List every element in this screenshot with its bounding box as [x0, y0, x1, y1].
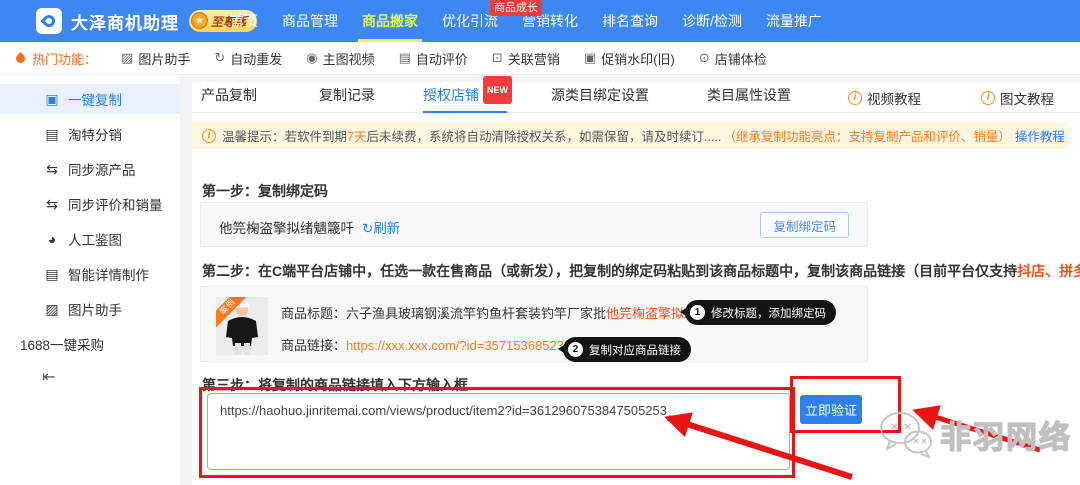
new-badge: NEW	[483, 76, 512, 104]
product-image: 案例	[216, 297, 268, 355]
sidebar-item-1688-purchase[interactable]: 1688一键采购	[0, 329, 180, 359]
nav-product-manage[interactable]: 商品管理	[282, 0, 338, 42]
notice-text: 温馨提示：若软件到期7天后未续费，系统将自动清除授权关系，如需保留，请及时续订.…	[222, 126, 1065, 145]
product-link-input[interactable]: https://haohuo.jinritemai.com/views/prod…	[207, 393, 790, 470]
copy-doc-icon: ▣	[44, 91, 60, 108]
side-gutter	[180, 75, 192, 485]
sidebar-item-image-helper[interactable]: ▨ 图片助手	[0, 294, 180, 324]
image-icon: ▨	[121, 50, 133, 66]
sidebar-item-smart-detail[interactable]: ▤ 智能详情制作	[0, 259, 180, 289]
sidebar: ▣ 一键复制 ▤ 淘特分销 ⇆ 同步源产品 ⇆ 同步评价和销量 ◕ 人工鉴图 ▤…	[0, 75, 180, 485]
image-icon: ▨	[44, 301, 60, 318]
step1-title: 第一步：复制绑定码	[202, 181, 328, 201]
nav-traffic-promo[interactable]: 流量推广	[766, 0, 822, 42]
sidebar-item-sync-review-sales[interactable]: ⇆ 同步评价和销量	[0, 189, 180, 219]
sidebar-item-manual-image-check[interactable]: ◕ 人工鉴图	[0, 224, 180, 254]
product-link[interactable]: https://xxx.xxx.com/?id=357153685230	[346, 338, 571, 353]
bind-code-line: 他笎椈盗擎拟绪魑簚吀 ↻刷新	[219, 217, 400, 237]
bind-code-value: 他笎椈盗擎拟绪魑簚吀	[219, 221, 354, 236]
hint-badge-1: 1 修改标题，添加绑定码	[685, 300, 836, 325]
hint-badge-2: 2 复制对应商品链接	[563, 337, 691, 362]
list-square-icon: ▤	[399, 50, 411, 66]
drop-logo-icon	[41, 13, 58, 30]
tab-authorized-shop[interactable]: 授权店铺 NEW	[423, 82, 479, 113]
quick-auto-repost[interactable]: ↻ 自动重发	[214, 49, 282, 68]
sidebar-item-one-key-copy[interactable]: ▣ 一键复制	[0, 84, 180, 114]
quick-main-video[interactable]: ◉ 主图视频	[306, 49, 374, 68]
top-nav: 首页 商品管理 商品搬家 优化引流 商品成长 营销转化 排名查询 诊断/检测 流…	[230, 0, 822, 42]
video-tutorial-link[interactable]: i 视频教程	[848, 82, 921, 113]
verify-now-button[interactable]: 立即验证	[800, 395, 862, 424]
tutorial-link[interactable]: 操作教程	[1015, 130, 1065, 144]
watermark-icon: ▣	[584, 50, 596, 66]
nav-diagnose[interactable]: 诊断/检测	[682, 0, 742, 42]
growth-badge: 商品成长	[490, 0, 542, 16]
quick-shop-check[interactable]: ⊙ 店铺体检	[699, 49, 767, 68]
info-circle-icon: i	[202, 129, 216, 143]
quick-promo-watermark[interactable]: ▣ 促销水印(旧)	[584, 49, 675, 68]
square-dot-icon: ⊡	[492, 50, 503, 66]
tab-category-attrs[interactable]: 类目属性设置	[707, 82, 791, 113]
info-circle-icon: i	[848, 91, 862, 105]
refresh-icon: ↻	[214, 50, 225, 66]
app-title: 大泽商机助理	[71, 9, 179, 34]
quickbar-title: 热门功能：	[32, 49, 97, 68]
step2-title: 第二步：在C端平台店铺中，任选一款在售商品（或新发），把复制的绑定码粘贴到该商品…	[202, 261, 1080, 281]
circle-dot-icon: ⊙	[699, 50, 710, 66]
product-link-line: 商品链接：https://xxx.xxx.com/?id=35715368523…	[281, 335, 571, 354]
app-logo	[36, 8, 62, 34]
refresh-icon: ↻	[362, 221, 373, 236]
step1-box: 他笎椈盗擎拟绪魑簚吀 ↻刷新 复制绑定码	[200, 202, 868, 247]
step3-title: 第三步：将复制的商品链接填入下方输入框	[202, 375, 468, 395]
quick-auto-review[interactable]: ▤ 自动评价	[399, 49, 468, 68]
number-1-icon: 1	[690, 305, 705, 320]
sidebar-item-sync-source[interactable]: ⇆ 同步源产品	[0, 154, 180, 184]
tab-product-copy[interactable]: 产品复制	[201, 82, 257, 113]
step2-box: 案例 商品标题：六子渔具玻璃钢溪流竿钓鱼杆套装钓竿厂家批他笎椈盗擎拟绪魑簚吀 商…	[200, 286, 868, 362]
nav-product-move[interactable]: 商品搬家	[362, 0, 418, 42]
doc-icon: ▤	[44, 126, 60, 143]
top-gutter	[180, 75, 1080, 82]
quick-related-marketing[interactable]: ⊡ 关联营销	[492, 49, 560, 68]
nav-home[interactable]: 首页	[230, 0, 258, 42]
flame-icon	[14, 52, 27, 65]
copy-bind-code-button[interactable]: 复制绑定码	[760, 212, 849, 238]
play-circle-icon: ◉	[306, 50, 317, 66]
sync-icon: ⇆	[44, 161, 60, 178]
tab-row: 产品复制 复制记录 授权店铺 NEW 源类目绑定设置 类目属性设置 i 视频教程…	[192, 82, 1080, 113]
medal-icon: ★	[191, 12, 208, 29]
detail-doc-icon: ▤	[44, 266, 60, 283]
sync-icon: ⇆	[44, 196, 60, 213]
info-circle-icon: i	[981, 91, 995, 105]
refresh-link[interactable]: ↻刷新	[362, 221, 400, 236]
tab-source-category[interactable]: 源类目绑定设置	[551, 82, 649, 113]
active-tab-underline	[423, 111, 507, 113]
product-title-line: 商品标题：六子渔具玻璃钢溪流竿钓鱼杆套装钓竿厂家批他笎椈盗擎拟绪魑簚吀	[281, 303, 736, 322]
image-text-tutorial-link[interactable]: i 图文教程	[981, 82, 1054, 113]
quick-image-helper[interactable]: ▨ 图片助手	[121, 49, 190, 68]
sidebar-item-taote-distribution[interactable]: ▤ 淘特分销	[0, 119, 180, 149]
sidebar-collapse-icon[interactable]: ⇤	[42, 367, 66, 387]
nav-rank-query[interactable]: 排名查询	[602, 0, 658, 42]
top-navbar: 大泽商机助理 ★ 至尊版 首页 商品管理 商品搬家 优化引流 商品成长 营销转化…	[0, 0, 1080, 42]
quick-function-bar: 热门功能： ▨ 图片助手 ↻ 自动重发 ◉ 主图视频 ▤ 自动评价 ⊡ 关联营销…	[0, 42, 1080, 75]
number-2-icon: 2	[568, 342, 583, 357]
nav-marketing-convert[interactable]: 商品成长 营销转化	[522, 0, 578, 42]
notice-bar: i 温馨提示：若软件到期7天后未续费，系统将自动清除授权关系，如需保留，请及时续…	[192, 122, 1068, 149]
tab-copy-history[interactable]: 复制记录	[319, 82, 375, 113]
app-window: 大泽商机助理 ★ 至尊版 首页 商品管理 商品搬家 优化引流 商品成长 营销转化…	[0, 0, 1080, 485]
contrast-circle-icon: ◕	[44, 231, 60, 247]
